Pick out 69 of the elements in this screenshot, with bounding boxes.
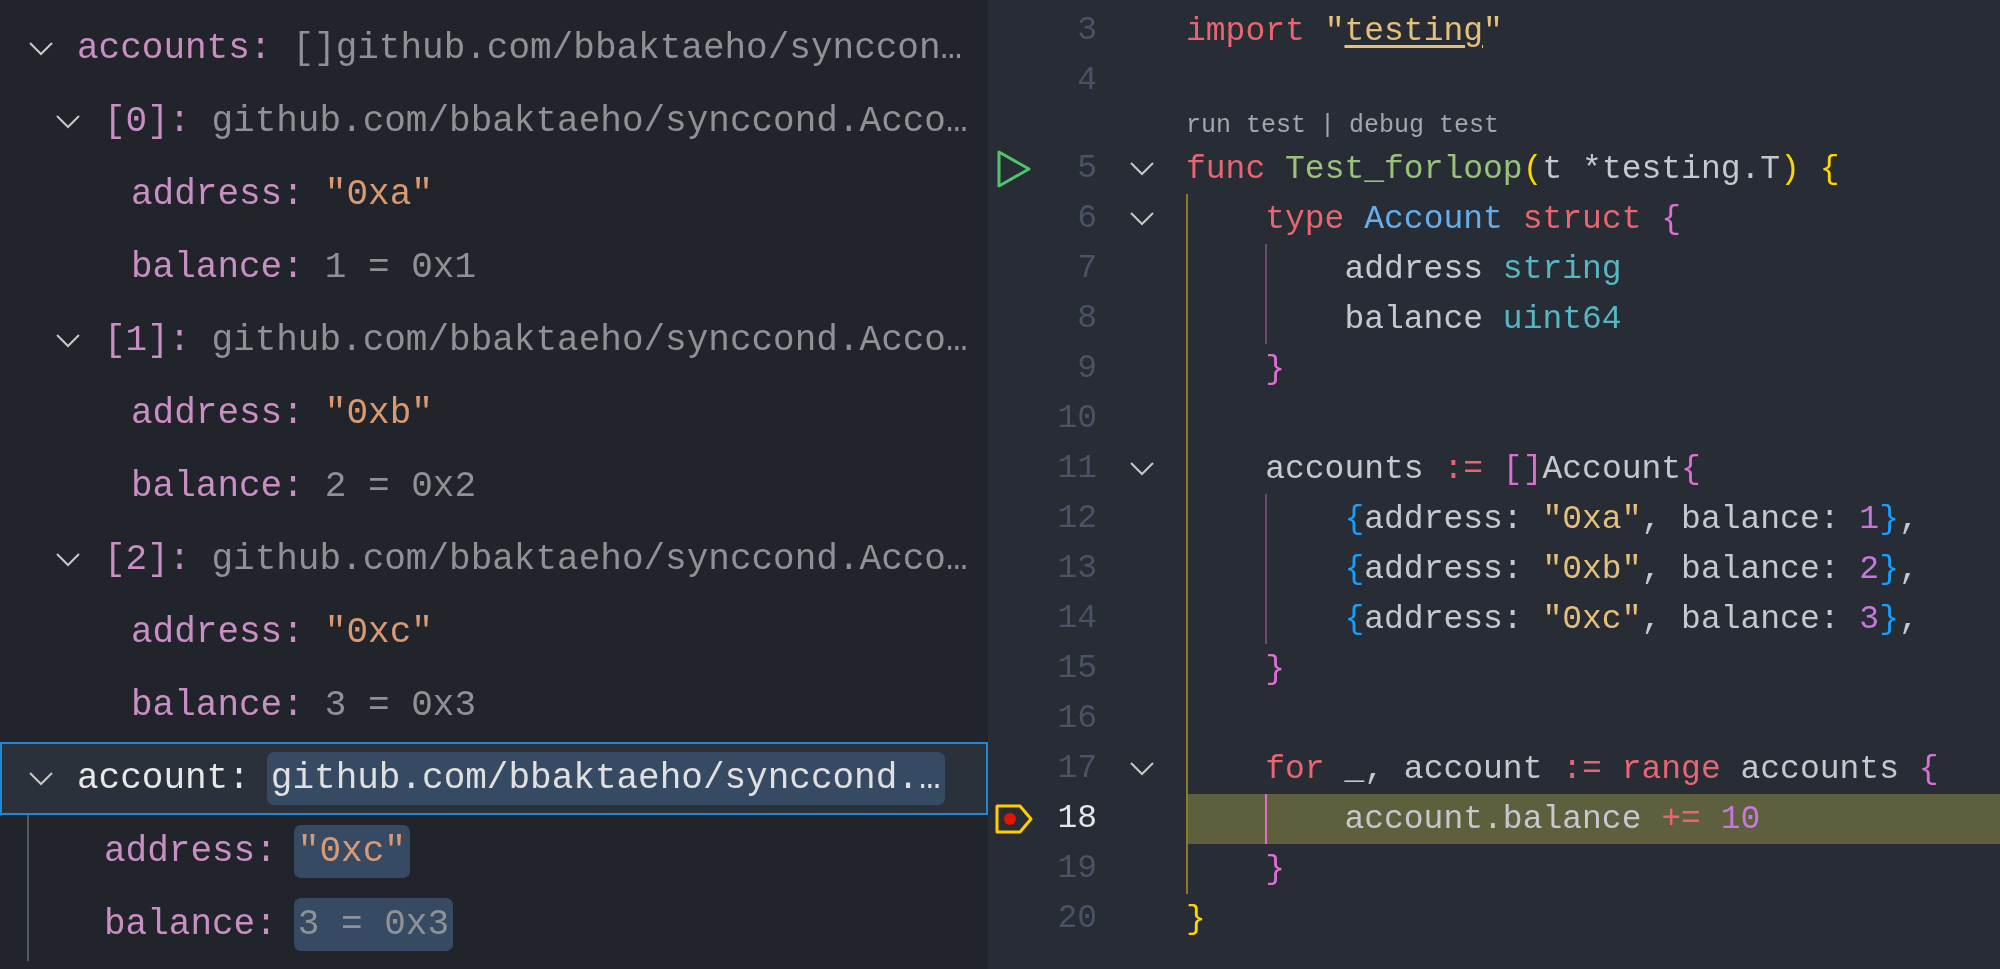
variable-value: 1 = 0x1 bbox=[324, 246, 477, 290]
code-line: {address: "0xb", balance: 2}, bbox=[1344, 550, 1919, 588]
chevron-down-icon[interactable] bbox=[55, 113, 81, 130]
code-line: accounts := []Account{ bbox=[1265, 450, 1701, 488]
variable-value: github.com/bbaktaeho/synccond.Acco… bbox=[211, 319, 968, 363]
variable-row[interactable]: balance: 2 = 0x2 bbox=[0, 450, 988, 523]
code-line: } bbox=[1265, 350, 1285, 388]
variable-row[interactable]: address: "0xc" bbox=[0, 815, 988, 888]
run-icon[interactable] bbox=[996, 149, 1032, 189]
chevron-down-icon[interactable] bbox=[1128, 761, 1155, 777]
variable-name: account: bbox=[77, 758, 250, 799]
variable-value: []github.com/bbaktaeho/synccon… bbox=[292, 27, 963, 71]
code-line: address string bbox=[1344, 250, 1622, 288]
code-line: } bbox=[1265, 650, 1285, 688]
line-number: 18 bbox=[1056, 799, 1097, 839]
variable-name: balance: bbox=[131, 247, 304, 288]
chevron-down-icon[interactable] bbox=[1128, 461, 1155, 477]
separator: | bbox=[1320, 110, 1336, 140]
variable-name: address: bbox=[131, 174, 304, 215]
variable-row[interactable]: [0]: github.com/bbaktaeho/synccond.Acco… bbox=[0, 85, 988, 158]
variable-row[interactable]: account: github.com/bbaktaeho/synccond.… bbox=[0, 742, 988, 815]
variable-value: 3 = 0x3 bbox=[324, 684, 477, 728]
variable-value: "0xa" bbox=[324, 173, 433, 217]
variable-row[interactable]: address: "0xb" bbox=[0, 377, 988, 450]
variable-name: balance: bbox=[104, 904, 277, 945]
variable-name: [2]: bbox=[104, 539, 191, 580]
codelens-link[interactable]: debug test bbox=[1349, 110, 1500, 140]
code-line: } bbox=[1265, 850, 1285, 888]
variable-row[interactable]: address: "0xc" bbox=[0, 596, 988, 669]
variable-row[interactable]: [1]: github.com/bbaktaeho/synccond.Acco… bbox=[0, 304, 988, 377]
variable-value: github.com/bbaktaeho/synccond.… bbox=[266, 752, 945, 805]
variable-row[interactable]: balance: 3 = 0x3 bbox=[0, 888, 988, 961]
chevron-down-icon[interactable] bbox=[1128, 211, 1155, 227]
variable-name: address: bbox=[104, 831, 277, 872]
variable-value: "0xc" bbox=[293, 825, 410, 878]
variable-row[interactable]: balance: 3 = 0x3 bbox=[0, 669, 988, 742]
chevron-down-icon[interactable] bbox=[28, 40, 54, 57]
variable-row[interactable]: balance: 1 = 0x1 bbox=[0, 231, 988, 304]
variable-value: "0xc" bbox=[324, 611, 433, 655]
chevron-down-icon[interactable] bbox=[1128, 161, 1155, 177]
chevron-down-icon[interactable] bbox=[55, 332, 81, 349]
code-line: balance uint64 bbox=[1344, 300, 1622, 338]
variable-name: balance: bbox=[131, 466, 304, 507]
code-line: } bbox=[1186, 900, 1206, 938]
variable-row[interactable]: address: "0xa" bbox=[0, 158, 988, 231]
variable-row[interactable]: [2]: github.com/bbaktaeho/synccond.Acco… bbox=[0, 523, 988, 596]
variable-name: address: bbox=[131, 393, 304, 434]
code-line: import "testing" bbox=[1186, 12, 1503, 50]
code-line: func Test_forloop(t *testing.T) { bbox=[1186, 150, 1840, 188]
variable-name: address: bbox=[131, 612, 304, 653]
variable-value: "0xb" bbox=[324, 392, 433, 436]
variable-name: [0]: bbox=[104, 101, 191, 142]
code-line: {address: "0xa", balance: 1}, bbox=[1344, 500, 1919, 538]
code-line: account.balance += 10 bbox=[1344, 800, 1761, 838]
code-line: type Account struct { bbox=[1265, 200, 1682, 238]
variable-value: 3 = 0x3 bbox=[293, 898, 454, 951]
variable-name: accounts: bbox=[77, 28, 272, 69]
code-line: {address: "0xc", balance: 3}, bbox=[1344, 600, 1919, 638]
variable-row[interactable]: accounts: []github.com/bbaktaeho/synccon… bbox=[0, 12, 988, 85]
variable-value: github.com/bbaktaeho/synccond.Acco… bbox=[211, 100, 968, 144]
variable-value: github.com/bbaktaeho/synccond.Acco… bbox=[211, 538, 968, 582]
variable-value: 2 = 0x2 bbox=[324, 465, 477, 509]
breakpoint-frame-icon[interactable] bbox=[994, 803, 1034, 835]
variable-name: [1]: bbox=[104, 320, 191, 361]
variable-name: balance: bbox=[131, 685, 304, 726]
codelens-link[interactable]: run test bbox=[1186, 110, 1307, 140]
chevron-down-icon[interactable] bbox=[28, 770, 54, 787]
code-line: for _, account := range accounts { bbox=[1265, 750, 1939, 788]
chevron-down-icon[interactable] bbox=[55, 551, 81, 568]
